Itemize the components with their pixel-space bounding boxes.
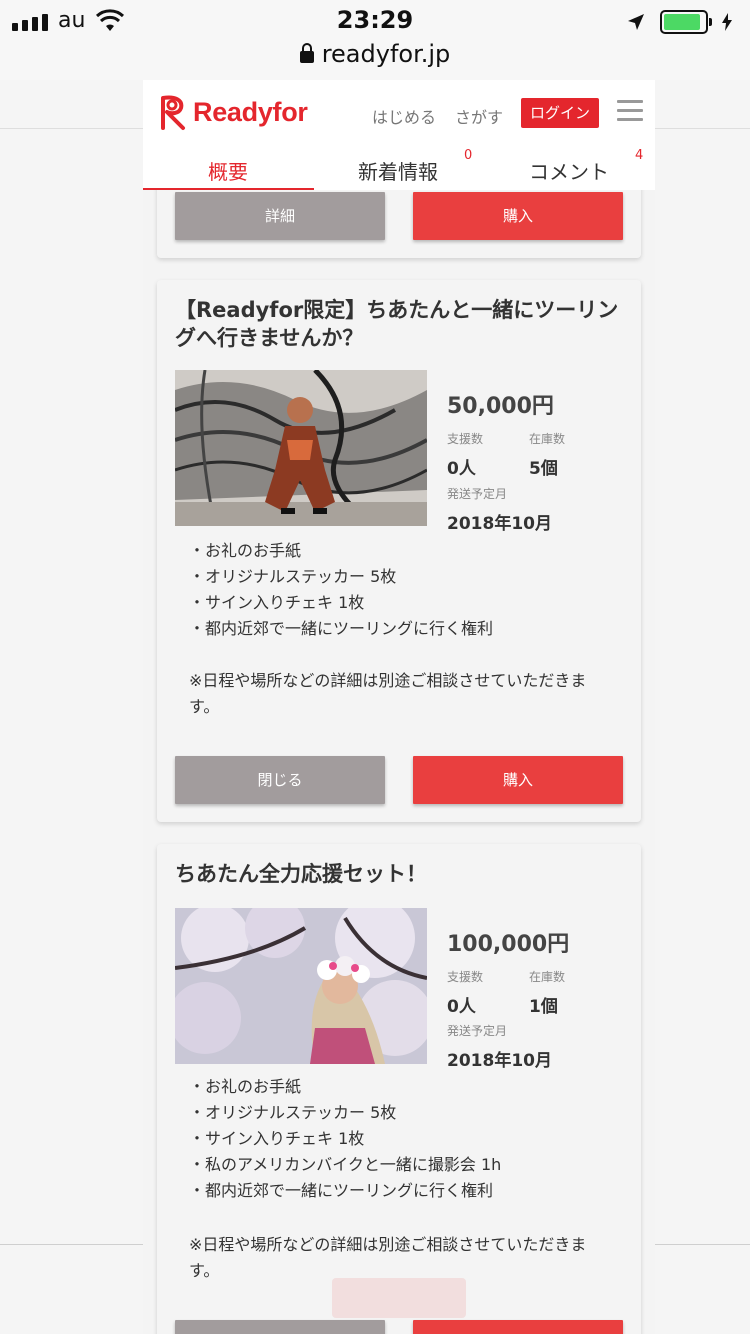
charging-bolt-icon <box>722 13 732 31</box>
reward-card: ちあたん全力応援セット！ 100,000円 支援数 在庫数 0人 1個 発送予定… <box>157 844 641 1334</box>
close-button[interactable] <box>175 1320 385 1334</box>
ship-label: 発送予定月 <box>447 487 508 501</box>
detail-button[interactable]: 詳細 <box>175 192 385 240</box>
reward-item: ・お礼のお手紙 <box>189 541 302 560</box>
reward-item: ・オリジナルステッカー 5枚 <box>189 1103 397 1122</box>
stock-label: 在庫数 <box>529 432 566 446</box>
page-content: Readyfor はじめる さがす ログイン 概要 新着情報 0 コメント 4 … <box>143 80 655 1334</box>
stock-label: 在庫数 <box>529 970 566 984</box>
reward-item: ・オリジナルステッカー 5枚 <box>189 567 397 586</box>
close-button[interactable]: 閉じる <box>175 756 385 804</box>
reward-items: ・お礼のお手紙 ・オリジナルステッカー 5枚 ・サイン入りチェキ 1枚 ・私のア… <box>189 1074 629 1204</box>
buy-button[interactable]: 購入 <box>413 756 623 804</box>
nav-start-link[interactable]: はじめる <box>372 104 436 128</box>
tab-news[interactable]: 新着情報 <box>358 156 438 185</box>
reward-items: ・お礼のお手紙 ・オリジナルステッカー 5枚 ・サイン入りチェキ 1枚 ・都内近… <box>189 538 629 642</box>
reward-note: ※日程や場所などの詳細は別途ご相談させていただきます。 <box>189 671 587 716</box>
tab-bar: 概要 新着情報 0 コメント 4 <box>143 144 655 191</box>
supporters-value: 0人 <box>447 997 476 1017</box>
ship-label: 発送予定月 <box>447 1024 508 1038</box>
reward-item: ・都内近郊で一緒にツーリングに行く権利 <box>189 619 494 638</box>
floating-support-button[interactable] <box>332 1278 466 1318</box>
reward-note: ※日程や場所などの詳細は別途ご相談させていただきます。 <box>189 1235 587 1280</box>
ship-value: 2018年10月 <box>447 1051 552 1071</box>
stock-value: 5個 <box>529 459 558 479</box>
reward-item: ・お礼のお手紙 <box>189 1077 302 1096</box>
reward-title: ちあたん全力応援セット！ <box>175 862 427 886</box>
location-arrow-icon <box>628 14 644 30</box>
menu-icon[interactable] <box>617 100 643 122</box>
stock-value: 1個 <box>529 997 558 1017</box>
address-bar[interactable]: readyfor.jp <box>0 40 750 68</box>
reward-card: 【Readyfor限定】ちあたんと一緒にツーリングへ行きませんか？ 50,000… <box>157 280 641 822</box>
url-text: readyfor.jp <box>321 40 451 68</box>
site-header: Readyfor はじめる さがす ログイン <box>143 80 655 144</box>
status-right <box>626 10 732 34</box>
battery-icon <box>660 10 712 34</box>
ship-value: 2018年10月 <box>447 514 552 534</box>
reward-card: 詳細 購入 <box>157 190 641 258</box>
tab-comments-badge: 4 <box>635 148 644 163</box>
buy-button[interactable]: 購入 <box>413 192 623 240</box>
tab-comments[interactable]: コメント <box>529 156 609 185</box>
tab-overview[interactable]: 概要 <box>208 156 248 185</box>
reward-price: 100,000円 <box>447 932 570 957</box>
buy-button[interactable] <box>413 1320 623 1334</box>
reward-item: ・私のアメリカンバイクと一緒に撮影会 1h <box>189 1155 502 1174</box>
nav-search-link[interactable]: さがす <box>455 104 503 128</box>
reward-item: ・サイン入りチェキ 1枚 <box>189 1129 365 1148</box>
readyfor-logo-icon <box>161 95 185 130</box>
logo-text: Readyfor <box>193 96 308 127</box>
reward-list[interactable]: 詳細 購入 【Readyfor限定】ちあたんと一緒にツーリングへ行きませんか？ <box>143 190 655 1334</box>
reward-item: ・都内近郊で一緒にツーリングに行く権利 <box>189 1181 494 1200</box>
logo[interactable]: Readyfor <box>155 92 308 132</box>
supporters-label: 支援数 <box>447 432 484 446</box>
reward-image <box>175 370 427 526</box>
reward-item: ・サイン入りチェキ 1枚 <box>189 593 365 612</box>
supporters-label: 支援数 <box>447 970 484 984</box>
reward-price: 50,000円 <box>447 394 554 419</box>
reward-image <box>175 908 427 1064</box>
reward-title: 【Readyfor限定】ちあたんと一緒にツーリングへ行きませんか？ <box>175 298 619 350</box>
login-button[interactable]: ログイン <box>521 98 599 128</box>
supporters-value: 0人 <box>447 459 476 479</box>
tab-news-badge: 0 <box>464 148 473 163</box>
lock-icon <box>299 43 314 63</box>
status-bar: au 23:29 readyfor.jp <box>0 0 750 80</box>
